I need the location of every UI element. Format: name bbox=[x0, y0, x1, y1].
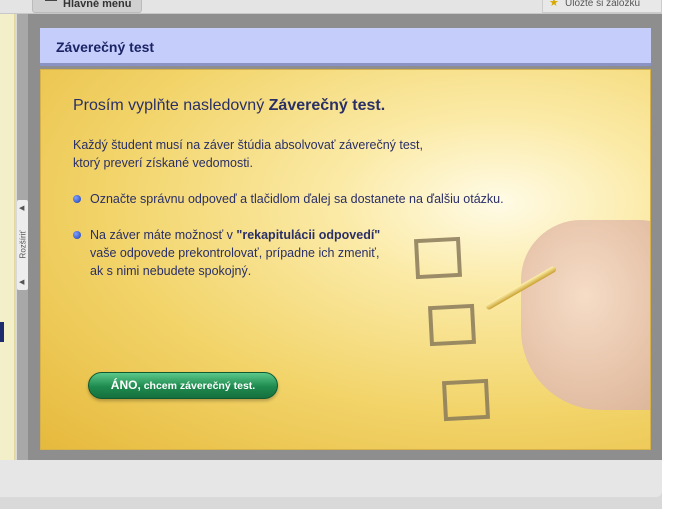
sidebar-splitter[interactable]: ◀ Rozšíriť ◀ bbox=[17, 14, 28, 460]
heading: Prosím vyplňte nasledovný Záverečný test… bbox=[73, 97, 386, 114]
hand-illustration bbox=[521, 220, 650, 410]
sidebar-selected-item[interactable] bbox=[0, 322, 4, 342]
bookmark-tab[interactable]: ★ Uložte si záložku bbox=[542, 0, 662, 13]
panel-content: Prosím vyplňte nasledovný Záverečný test… bbox=[40, 69, 651, 450]
bullet-icon bbox=[73, 231, 81, 239]
main-menu-tab[interactable]: Hlavné menu bbox=[32, 0, 142, 13]
top-bar: Hlavné menu ★ Uložte si záložku bbox=[0, 0, 662, 14]
intro-text: Každý študent musí na záver štúdia absol… bbox=[73, 138, 424, 170]
menu-icon bbox=[45, 0, 57, 1]
bottom-bar bbox=[0, 460, 662, 497]
checked-box-illustration bbox=[427, 303, 477, 347]
bullet-item: Označte správnu odpoveď a tlačidlom ďale… bbox=[73, 190, 504, 208]
sidebar bbox=[0, 14, 15, 460]
panel-title: Záverečný test bbox=[40, 28, 651, 66]
arrow-left-icon: ◀ bbox=[19, 279, 25, 286]
checkbox-illustration bbox=[413, 236, 463, 280]
final-test-panel: Záverečný test Prosím vyplňte nasledovný… bbox=[40, 28, 651, 450]
star-icon: ★ bbox=[549, 0, 559, 9]
scrollbar[interactable] bbox=[662, 0, 682, 509]
expand-sidebar-button[interactable]: ◀ Rozšíriť ◀ bbox=[17, 200, 28, 290]
checkbox-illustration bbox=[441, 378, 491, 422]
bullet-item: Na záver máte možnosť v "rekapitulácii o… bbox=[73, 226, 380, 280]
arrow-left-icon: ◀ bbox=[19, 205, 25, 212]
bullet-icon bbox=[73, 195, 81, 203]
start-test-button[interactable]: ÁNO, chcem záverečný test. bbox=[88, 372, 278, 399]
